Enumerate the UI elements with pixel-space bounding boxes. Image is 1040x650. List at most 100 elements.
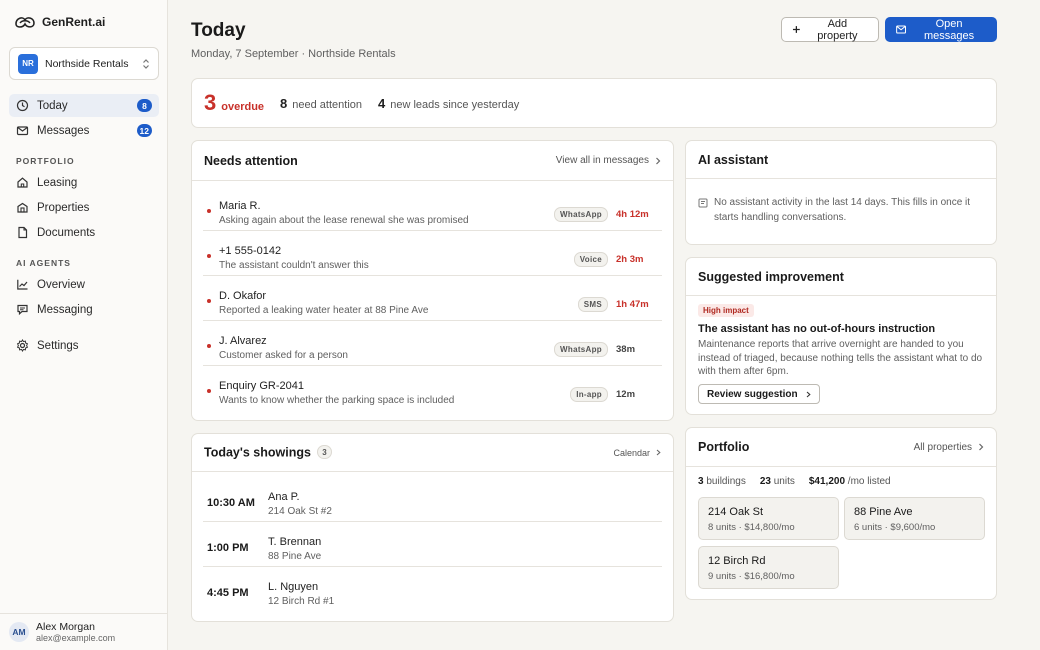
page-subtitle: Monday, 7 September · Northside Rentals — [191, 48, 396, 60]
nav-messages-label: Messages — [37, 124, 90, 137]
showings-card: Today's showings 3 Calendar 10:30 AM Ana … — [191, 433, 674, 622]
attention-item[interactable]: Enquiry GR-2041 Wants to know whether th… — [203, 366, 662, 411]
open-messages-button[interactable]: Open messages — [885, 17, 997, 42]
nav-leasing[interactable]: Leasing — [9, 171, 159, 194]
review-suggestion-button[interactable]: Review suggestion — [698, 384, 820, 404]
ai-assistant-empty-state: No assistant activity in the last 14 day… — [698, 196, 983, 225]
calendar-link[interactable]: Calendar — [613, 448, 661, 458]
chevron-updown-icon — [143, 58, 149, 69]
nav-overview[interactable]: Overview — [9, 273, 159, 296]
nav-documents-label: Documents — [37, 226, 96, 239]
overdue-dot — [207, 389, 211, 393]
showing-item[interactable]: 4:45 PM L. Nguyen 12 Birch Rd #1 — [203, 567, 662, 612]
property-name: 12 Birch Rd — [708, 555, 766, 567]
attention-item[interactable]: Maria R. Asking again about the lease re… — [203, 186, 662, 231]
stat-leads[interactable]: 4 new leads since yesterday — [378, 96, 519, 111]
showing-time: 1:00 PM — [207, 542, 249, 554]
showings-header: Today's showings 3 Calendar — [192, 434, 673, 472]
empty-box-icon — [698, 198, 708, 208]
portfolio-units-number: 23 — [759, 476, 771, 487]
nav-documents[interactable]: Documents — [9, 221, 159, 244]
stat-overdue[interactable]: 3 overdue — [204, 90, 264, 116]
portfolio-buildings-number: 3 — [698, 476, 704, 487]
showing-item[interactable]: 1:00 PM T. Brennan 88 Pine Ave — [203, 522, 662, 567]
chevron-right-icon — [656, 449, 661, 456]
nav-messaging[interactable]: Messaging — [9, 298, 159, 321]
property-tile[interactable]: 12 Birch Rd 9 units · $16,800/mo — [698, 546, 839, 589]
brand[interactable]: GenRent.ai — [14, 14, 105, 30]
property-tile[interactable]: 88 Pine Ave 6 units · $9,600/mo — [844, 497, 985, 540]
add-property-label: Add property — [817, 17, 858, 42]
property-meta: 6 units · $9,600/mo — [854, 522, 936, 533]
all-properties-link[interactable]: All properties — [914, 442, 984, 453]
property-name: 214 Oak St — [708, 506, 764, 518]
property-tile[interactable]: 214 Oak St 8 units · $14,800/mo — [698, 497, 839, 540]
portfolio-listed-number: $41,200 — [808, 476, 846, 487]
portfolio-listed: $41,200 /mo listed — [809, 476, 891, 487]
document-icon — [18, 226, 28, 239]
nav-settings[interactable]: Settings — [9, 334, 159, 357]
user-email: alex@example.com — [36, 633, 116, 643]
stat-leads-number: 4 — [378, 95, 386, 111]
portfolio-units: 23 units — [760, 476, 795, 487]
nav-leasing-label: Leasing — [37, 176, 78, 189]
showing-address: 12 Birch Rd #1 — [268, 596, 335, 607]
stat-overdue-number: 3 — [204, 90, 217, 115]
showing-address: 214 Oak St #2 — [268, 506, 332, 517]
suggestion-headline: The assistant has no out-of-hours instru… — [698, 323, 936, 335]
showings-title: Today's showings — [204, 445, 311, 460]
nav-messages[interactable]: Messages 12 — [9, 119, 159, 142]
portfolio-listed-label: /mo listed — [847, 476, 891, 487]
attention-item[interactable]: J. Alvarez Customer asked for a person W… — [203, 321, 662, 366]
showing-address: 88 Pine Ave — [268, 551, 322, 562]
wait-time: 38m — [616, 344, 636, 355]
attention-item[interactable]: +1 555-0142 The assistant couldn't answe… — [203, 231, 662, 276]
org-name: Northside Rentals — [45, 57, 129, 70]
sidebar: GenRent.ai NR Northside Rentals Today 8 … — [0, 0, 168, 650]
view-all-messages-label: View all in messages — [555, 155, 649, 166]
suggestion-title: Suggested improvement — [698, 269, 844, 284]
stat-attention[interactable]: 8 need attention — [280, 96, 362, 111]
nav-settings-label: Settings — [37, 339, 79, 352]
attention-item-desc: The assistant couldn't answer this — [219, 260, 369, 271]
calendar-label: Calendar — [613, 447, 650, 458]
overdue-dot — [207, 209, 211, 213]
showing-time: 10:30 AM — [207, 497, 255, 509]
portfolio-summary: 3 buildings 23 units $41,200 /mo listed — [698, 476, 891, 487]
add-property-button[interactable]: Add property — [781, 17, 879, 42]
stat-attention-label: need attention — [292, 98, 363, 111]
attention-item-name: +1 555-0142 — [219, 245, 282, 257]
attention-item[interactable]: D. Okafor Reported a leaking water heate… — [203, 276, 662, 321]
attention-item-desc: Reported a leaking water heater at 88 Pi… — [219, 305, 429, 316]
logo-icon — [15, 17, 35, 28]
view-all-messages-link[interactable]: View all in messages — [556, 155, 661, 166]
wait-time: 2h 3m — [616, 254, 644, 265]
wait-time: 1h 47m — [616, 299, 649, 310]
overdue-dot — [207, 254, 211, 258]
org-switcher[interactable]: NR Northside Rentals — [9, 47, 159, 80]
overdue-dot — [207, 344, 211, 348]
user-profile[interactable]: AM Alex Morgan alex@example.com — [0, 613, 167, 650]
plus-icon — [792, 26, 800, 33]
nav-properties[interactable]: Properties — [9, 196, 159, 219]
showing-item[interactable]: 10:30 AM Ana P. 214 Oak St #2 — [203, 477, 662, 522]
nav-today[interactable]: Today 8 — [9, 94, 159, 117]
nav-today-label: Today — [37, 99, 68, 112]
chat-bubble-icon — [17, 304, 28, 316]
ai-assistant-title: AI assistant — [698, 152, 769, 167]
stat-leads-label: new leads since yesterday — [390, 98, 520, 111]
nav-overview-label: Overview — [37, 278, 85, 291]
trend-chart-icon — [17, 279, 28, 290]
needs-attention-header: Needs attention View all in messages — [192, 141, 673, 181]
channel-badge: SMS — [577, 297, 608, 312]
attention-item-name: Maria R. — [219, 200, 261, 212]
suggestion-desc: Maintenance reports that arrive overnigh… — [698, 339, 983, 377]
nav-today-count: 8 — [137, 99, 152, 112]
overdue-dot — [207, 299, 211, 303]
suggested-improvement-card: Suggested improvement High impact The as… — [685, 257, 997, 415]
attention-item-name: D. Okafor — [219, 290, 267, 302]
showing-name: T. Brennan — [268, 536, 322, 548]
review-suggestion-label: Review suggestion — [707, 388, 798, 400]
avatar: AM — [9, 622, 29, 642]
property-meta: 9 units · $16,800/mo — [708, 571, 795, 582]
